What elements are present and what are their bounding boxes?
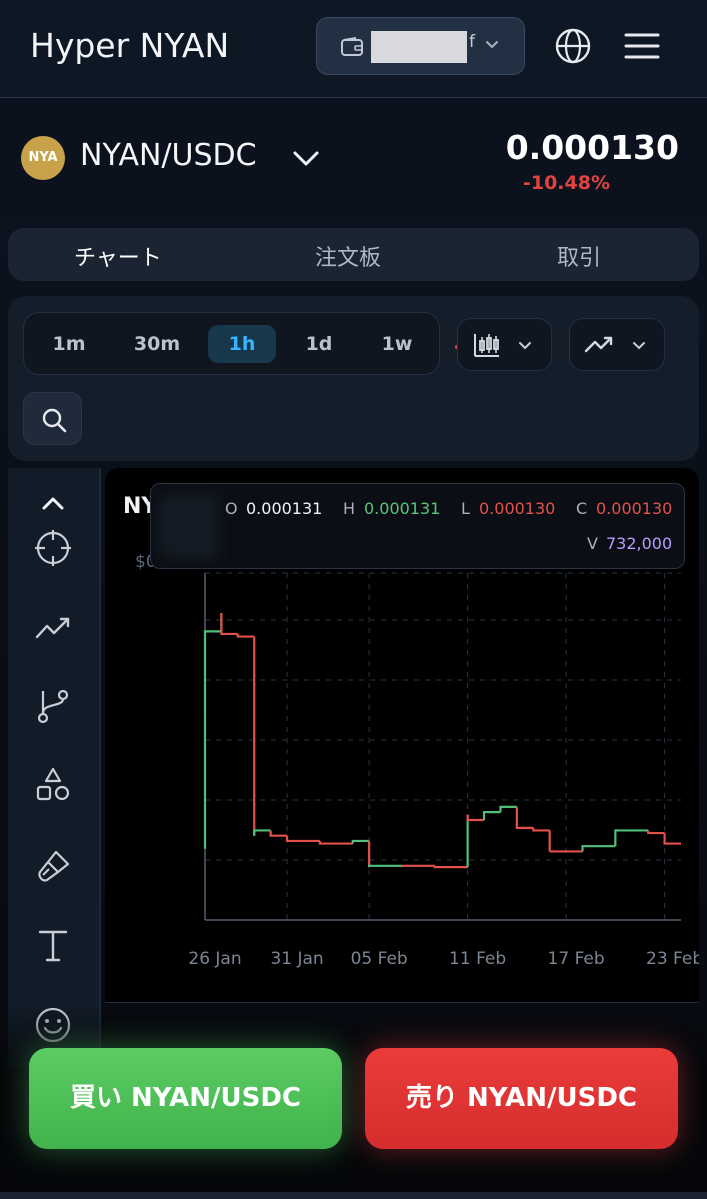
last-price: 0.000130 — [505, 128, 679, 167]
buy-button[interactable]: 買い NYAN/USDC — [29, 1048, 342, 1149]
pair-header: NYA NYAN/USDC 0.000130 -10.48% — [0, 98, 707, 220]
collapse-up-icon[interactable] — [34, 484, 72, 522]
view-tabs: チャート 注文板 取引 — [8, 228, 699, 281]
x-tick-label: 05 Feb — [351, 949, 408, 969]
globe-icon[interactable] — [554, 27, 592, 65]
pair-selector[interactable]: NYAN/USDC — [80, 138, 257, 173]
ohlc-high-value: 0.000131 — [364, 499, 441, 518]
drawing-toolbar — [8, 468, 101, 1068]
wallet-address-suffix: f — [469, 32, 475, 52]
interval-1h[interactable]: 1h — [208, 325, 276, 363]
x-tick-label: 26 Jan — [188, 949, 241, 969]
ohlc-low-value: 0.000130 — [479, 499, 556, 518]
price-line-segment — [532, 827, 550, 832]
x-tick-label: 17 Feb — [548, 949, 605, 969]
price-line-segment — [614, 829, 649, 847]
price-line-segment — [647, 830, 665, 835]
text-tool-icon[interactable] — [34, 927, 72, 965]
ohlc-close-value: 0.000130 — [596, 499, 673, 518]
wallet-address-masked — [371, 31, 467, 63]
candle-type-dropdown[interactable] — [457, 318, 552, 371]
ohlc-high-label: H — [343, 499, 356, 518]
price-line-segment — [482, 811, 501, 820]
price-line-segment — [220, 613, 238, 636]
price-line-segment — [269, 830, 288, 837]
price-line-segment — [351, 839, 370, 844]
interval-1w[interactable]: 1w — [364, 325, 430, 363]
wallet-icon — [341, 37, 363, 56]
search-icon — [42, 408, 67, 433]
ohlc-legend: O 0.000131 H 0.000131 L 0.000130 C 0.000… — [150, 483, 685, 569]
symbol-search-button[interactable] — [23, 392, 82, 445]
price-line-segment — [236, 633, 255, 638]
shapes-icon[interactable] — [34, 766, 72, 804]
chevron-down-icon[interactable] — [292, 150, 320, 168]
price-line-segment — [466, 814, 485, 822]
price-line-segment — [285, 835, 320, 843]
ohlc-open-value: 0.000131 — [246, 499, 323, 518]
bottom-divider — [0, 1192, 707, 1199]
tab-chart[interactable]: チャート — [74, 240, 162, 272]
blurred-symbol — [159, 494, 219, 558]
price-line-segment — [515, 806, 534, 829]
hamburger-menu-icon[interactable] — [624, 30, 660, 62]
x-tick-label: 23 Feb — [646, 949, 699, 969]
x-tick-label: 11 Feb — [449, 949, 506, 969]
price-line-segment — [253, 829, 271, 836]
sell-button[interactable]: 売り NYAN/USDC — [365, 1048, 678, 1149]
interval-1d[interactable]: 1d — [286, 325, 352, 363]
token-logo: NYA — [21, 136, 65, 180]
chevron-down-icon — [633, 342, 645, 350]
trend-line-tool-icon[interactable] — [34, 609, 72, 647]
indicator-dropdown[interactable] — [569, 318, 665, 371]
price-line-segment — [433, 865, 468, 869]
price-line-segment — [663, 833, 681, 845]
price-line-segment — [368, 864, 402, 868]
chevron-down-icon — [486, 41, 498, 49]
x-tick-label: 31 Jan — [270, 949, 323, 969]
interval-selector: 1m 30m 1h 1d 1w — [23, 312, 440, 375]
price-line-segment — [318, 840, 353, 845]
price-line-segment — [581, 845, 616, 852]
crosshair-icon[interactable] — [34, 529, 72, 567]
app-title: Hyper NYAN — [30, 26, 230, 65]
ohlc-open-label: O — [225, 499, 238, 518]
brush-icon[interactable] — [34, 848, 72, 886]
fork-path-icon[interactable] — [34, 687, 72, 725]
price-line-segment — [203, 630, 222, 718]
tab-orderbook[interactable]: 注文板 — [315, 240, 381, 272]
ohlc-volume-value: 732,000 — [606, 534, 673, 553]
ohlc-low-label: L — [461, 499, 470, 518]
trend-line-icon — [584, 336, 613, 353]
price-chart[interactable]: 26 Jan 31 Jan 05 Feb 11 Feb 17 Feb 23 Feb NY … — [105, 468, 699, 1003]
wallet-button[interactable]: f — [316, 17, 525, 75]
interval-1m[interactable]: 1m — [36, 325, 102, 363]
app-root: Hyper NYAN f NYA NYAN/USDC 0.000130 -10.… — [0, 0, 707, 1199]
price-line-segment — [499, 805, 517, 813]
ohlc-volume-label: V — [587, 534, 598, 553]
tab-trades[interactable]: 取引 — [557, 240, 601, 272]
chart-controls: 1m 30m 1h 1d 1w — [8, 296, 699, 461]
ohlc-close-label: C — [576, 499, 588, 518]
top-header: Hyper NYAN f — [0, 0, 707, 98]
interval-30m[interactable]: 30m — [122, 325, 192, 363]
candlestick-icon — [474, 334, 499, 357]
price-change: -10.48% — [522, 172, 610, 194]
chevron-down-icon — [519, 342, 531, 350]
